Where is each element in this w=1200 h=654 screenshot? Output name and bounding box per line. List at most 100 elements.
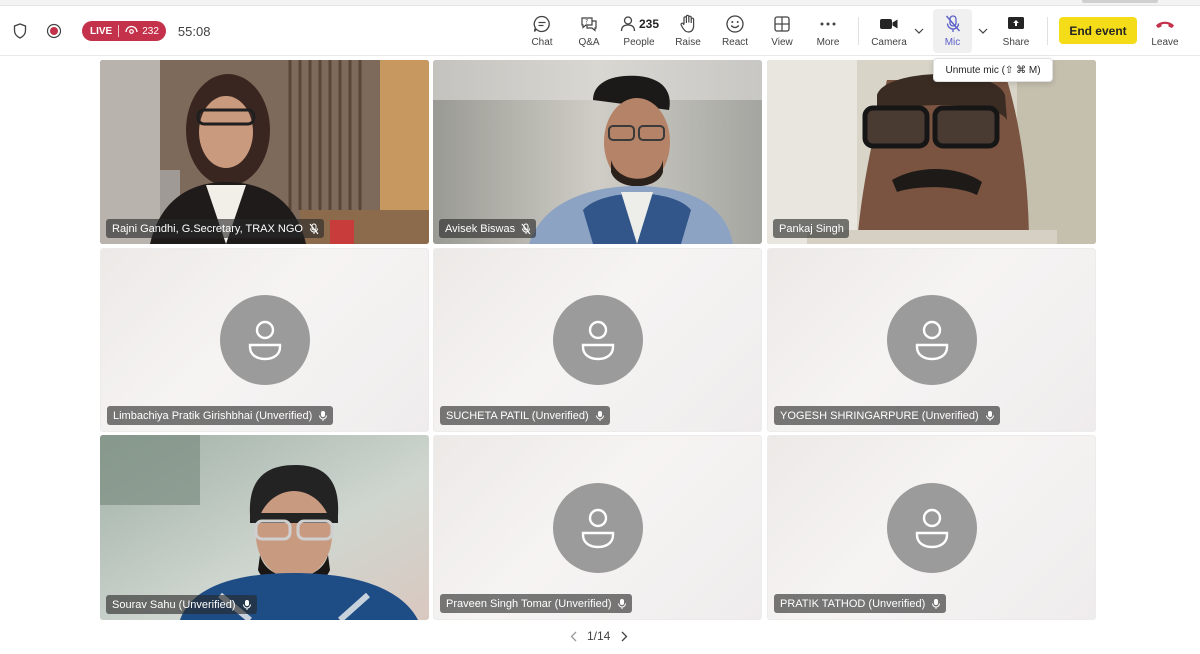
participant-name: YOGESH SHRINGARPURE (Unverified) [780, 409, 979, 422]
live-badge[interactable]: LIVE 232 [82, 21, 166, 41]
camera-label: Camera [871, 37, 907, 48]
mic-label: Mic [944, 37, 961, 48]
participant-name: Limbachiya Pratik Girishbhai (Unverified… [113, 409, 313, 422]
participant-name: Praveen Singh Tomar (Unverified) [446, 597, 612, 610]
mic-tooltip: Unmute mic (⇧ ⌘ M) [933, 58, 1053, 82]
mic-options-chevron-down-icon[interactable] [976, 24, 990, 38]
hang-up-icon [1154, 12, 1176, 36]
participant-name-tag: Praveen Singh Tomar (Unverified) [440, 594, 633, 613]
participant-avatar-icon [552, 295, 643, 385]
people-count: 235 [638, 17, 660, 31]
meeting-toolbar: LIVE 232 55:08 Chat ? Q&A 235 People Rai… [0, 6, 1200, 56]
qa-label: Q&A [578, 37, 600, 48]
video-grid: Rajni Gandhi, G.Secretary, TRAX NGO Avis… [100, 60, 1097, 620]
page-indicator: 1/14 [587, 629, 611, 643]
react-button[interactable]: React [712, 9, 758, 53]
shield-icon[interactable] [8, 19, 32, 43]
mic-icon [931, 598, 941, 610]
meeting-status: LIVE 232 55:08 [8, 6, 210, 56]
qa-button[interactable]: ? Q&A [566, 9, 612, 53]
participant-video [100, 60, 429, 244]
share-label: Share [1002, 37, 1030, 48]
video-tile[interactable]: Sourav Sahu (Unverified) [100, 435, 429, 620]
view-button[interactable]: View [759, 9, 805, 53]
participant-video [767, 60, 1096, 244]
video-tile[interactable]: Praveen Singh Tomar (Unverified) [433, 435, 762, 620]
people-icon-group: 235 [619, 12, 659, 36]
mic-icon [318, 410, 328, 422]
video-tile[interactable]: Limbachiya Pratik Girishbhai (Unverified… [100, 248, 429, 432]
participant-name: Rajni Gandhi, G.Secretary, TRAX NGO [112, 222, 303, 235]
live-separator [118, 25, 120, 37]
camera-icon [879, 12, 899, 36]
participant-video [433, 60, 762, 244]
people-button[interactable]: 235 People [613, 9, 665, 53]
view-label: View [771, 37, 793, 48]
people-icon [620, 16, 636, 32]
participant-name-tag: YOGESH SHRINGARPURE (Unverified) [774, 406, 1000, 425]
camera-options-chevron-down-icon[interactable] [912, 24, 926, 38]
mic-icon [617, 598, 627, 610]
more-label: More [816, 37, 840, 48]
previous-page-chevron-left-icon[interactable] [565, 628, 581, 644]
leave-button[interactable]: Leave [1142, 9, 1188, 53]
participant-name: SUCHETA PATIL (Unverified) [446, 409, 589, 422]
participant-name-tag: Limbachiya Pratik Girishbhai (Unverified… [107, 406, 334, 425]
mic-off-icon [944, 12, 962, 36]
share-button[interactable]: Share [993, 9, 1039, 53]
leave-label: Leave [1151, 37, 1179, 48]
chat-label: Chat [531, 37, 553, 48]
mic-muted-icon [521, 223, 531, 235]
video-tile[interactable]: SUCHETA PATIL (Unverified) [433, 248, 762, 432]
toolbar-divider [858, 17, 859, 45]
toolbar-divider-2 [1047, 17, 1048, 45]
mic-icon [595, 410, 605, 422]
tab-indicator [1082, 0, 1158, 3]
participant-avatar-icon [552, 483, 643, 573]
people-label: People [623, 37, 655, 48]
more-button[interactable]: More [805, 9, 851, 53]
camera-button[interactable]: Camera [866, 9, 912, 53]
next-page-chevron-right-icon[interactable] [616, 628, 632, 644]
mic-icon [242, 599, 252, 611]
video-tile[interactable]: Rajni Gandhi, G.Secretary, TRAX NGO [100, 60, 429, 244]
video-tile[interactable]: PRATIK TATHOD (Unverified) [767, 435, 1096, 620]
participant-name-tag: Avisek Biswas [439, 219, 537, 238]
end-event-button[interactable]: End event [1059, 17, 1137, 44]
participant-name: Pankaj Singh [779, 222, 844, 235]
chat-button[interactable]: Chat [519, 9, 565, 53]
viewers-icon [125, 25, 138, 37]
svg-text:?: ? [585, 19, 588, 26]
video-tile-active-speaker[interactable]: Pankaj Singh [767, 60, 1096, 244]
raise-hand-icon [679, 12, 697, 36]
live-label: LIVE [90, 25, 113, 37]
qa-icon: ? [579, 12, 599, 36]
more-icon [819, 12, 837, 36]
participant-video [100, 435, 429, 620]
share-icon [1006, 12, 1026, 36]
raise-hand-button[interactable]: Raise [665, 9, 711, 53]
viewer-count: 232 [142, 25, 159, 37]
react-label: React [721, 37, 749, 48]
participant-name: Avisek Biswas [445, 222, 516, 235]
recording-icon[interactable] [42, 19, 66, 43]
participant-name: Sourav Sahu (Unverified) [112, 598, 236, 611]
participant-avatar-icon [886, 483, 977, 573]
participant-name-tag: Sourav Sahu (Unverified) [106, 595, 257, 614]
participant-avatar-icon [219, 295, 310, 385]
react-icon [725, 12, 745, 36]
video-tile[interactable]: Avisek Biswas [433, 60, 762, 244]
raise-label: Raise [675, 37, 701, 48]
participant-name: PRATIK TATHOD (Unverified) [780, 597, 926, 610]
chat-icon [532, 12, 552, 36]
mic-button[interactable]: Mic [933, 9, 972, 53]
gallery-pager: 1/14 [565, 628, 632, 644]
meeting-timer: 55:08 [177, 23, 211, 39]
mic-icon [985, 410, 995, 422]
video-tile[interactable]: YOGESH SHRINGARPURE (Unverified) [767, 248, 1096, 432]
participant-name-tag: Rajni Gandhi, G.Secretary, TRAX NGO [106, 219, 324, 238]
mic-muted-icon [309, 223, 319, 235]
participant-avatar-icon [886, 295, 977, 385]
participant-name-tag: SUCHETA PATIL (Unverified) [440, 406, 610, 425]
participant-name-tag: PRATIK TATHOD (Unverified) [774, 594, 947, 613]
